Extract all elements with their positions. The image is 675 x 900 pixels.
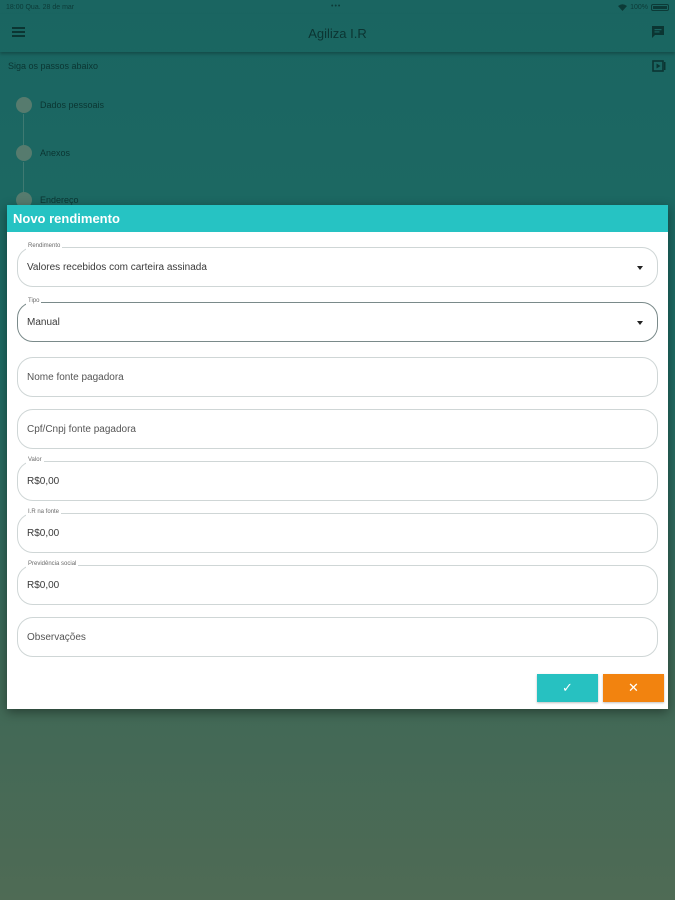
chat-icon[interactable] bbox=[651, 25, 665, 39]
field-value: R$0,00 bbox=[27, 475, 60, 487]
step-label: Anexos bbox=[40, 148, 71, 158]
cpf-cnpj-fonte-pagadora-input[interactable]: Cpf/Cnpj fonte pagadora bbox=[17, 409, 658, 449]
rendimento-select[interactable]: Rendimento Valores recebidos com carteir… bbox=[17, 242, 658, 287]
step-hint: Siga os passos abaixo bbox=[8, 61, 99, 71]
step-connector bbox=[23, 162, 24, 194]
dropdown-caret-icon bbox=[637, 266, 643, 270]
step-dot bbox=[16, 145, 32, 161]
cancel-button[interactable]: ✕ bbox=[603, 674, 664, 702]
battery-icon bbox=[651, 3, 669, 11]
field-placeholder: Observações bbox=[27, 631, 86, 643]
step-dot bbox=[16, 97, 32, 113]
nome-fonte-pagadora-input[interactable]: Nome fonte pagadora bbox=[17, 357, 658, 397]
step-dados-pessoais[interactable]: Dados pessoais bbox=[16, 97, 104, 113]
valor-input[interactable]: Valor R$0,00 bbox=[17, 456, 658, 501]
status-left: 18:00 Qua. 28 de mar bbox=[6, 4, 74, 11]
status-time: 18:00 bbox=[6, 3, 24, 11]
battery-percent: 100% bbox=[630, 3, 648, 11]
video-icon[interactable] bbox=[652, 59, 666, 73]
status-date: Qua. 28 de mar bbox=[25, 3, 75, 11]
wifi-icon bbox=[618, 3, 628, 11]
field-value: R$0,00 bbox=[27, 579, 60, 591]
app-bar: Agiliza I.R bbox=[0, 14, 675, 52]
step-connector bbox=[23, 114, 24, 147]
app-title: Agiliza I.R bbox=[308, 25, 367, 41]
menu-icon[interactable] bbox=[12, 27, 25, 37]
field-label: Valor bbox=[26, 456, 44, 465]
close-icon: ✕ bbox=[628, 680, 639, 695]
field-value: Manual bbox=[27, 316, 60, 328]
check-icon: ✓ bbox=[562, 680, 573, 695]
previdencia-social-input[interactable]: Previdência social R$0,00 bbox=[17, 560, 658, 605]
novo-rendimento-dialog: Novo rendimento Rendimento Valores receb… bbox=[7, 205, 668, 709]
observacoes-input[interactable]: Observações bbox=[17, 617, 658, 657]
field-value: R$0,00 bbox=[27, 527, 60, 539]
field-placeholder: Nome fonte pagadora bbox=[27, 371, 124, 383]
ir-na-fonte-input[interactable]: I.R na fonte R$0,00 bbox=[17, 508, 658, 553]
multitask-dots[interactable]: ••• bbox=[331, 3, 341, 10]
field-placeholder: Cpf/Cnpj fonte pagadora bbox=[27, 423, 136, 435]
step-label: Dados pessoais bbox=[40, 100, 105, 110]
step-anexos[interactable]: Anexos bbox=[16, 145, 70, 161]
field-label: Previdência social bbox=[26, 560, 79, 569]
confirm-button[interactable]: ✓ bbox=[537, 674, 598, 702]
field-label: I.R na fonte bbox=[26, 508, 62, 517]
dialog-title: Novo rendimento bbox=[7, 205, 668, 232]
field-value: Valores recebidos com carteira assinada bbox=[27, 261, 207, 273]
step-label: Endereço bbox=[40, 195, 79, 205]
dropdown-caret-icon bbox=[637, 321, 643, 325]
tipo-select[interactable]: Tipo Manual bbox=[17, 297, 658, 342]
status-right: 100% bbox=[618, 3, 669, 11]
field-label: Rendimento bbox=[26, 242, 63, 251]
field-label: Tipo bbox=[26, 297, 42, 306]
